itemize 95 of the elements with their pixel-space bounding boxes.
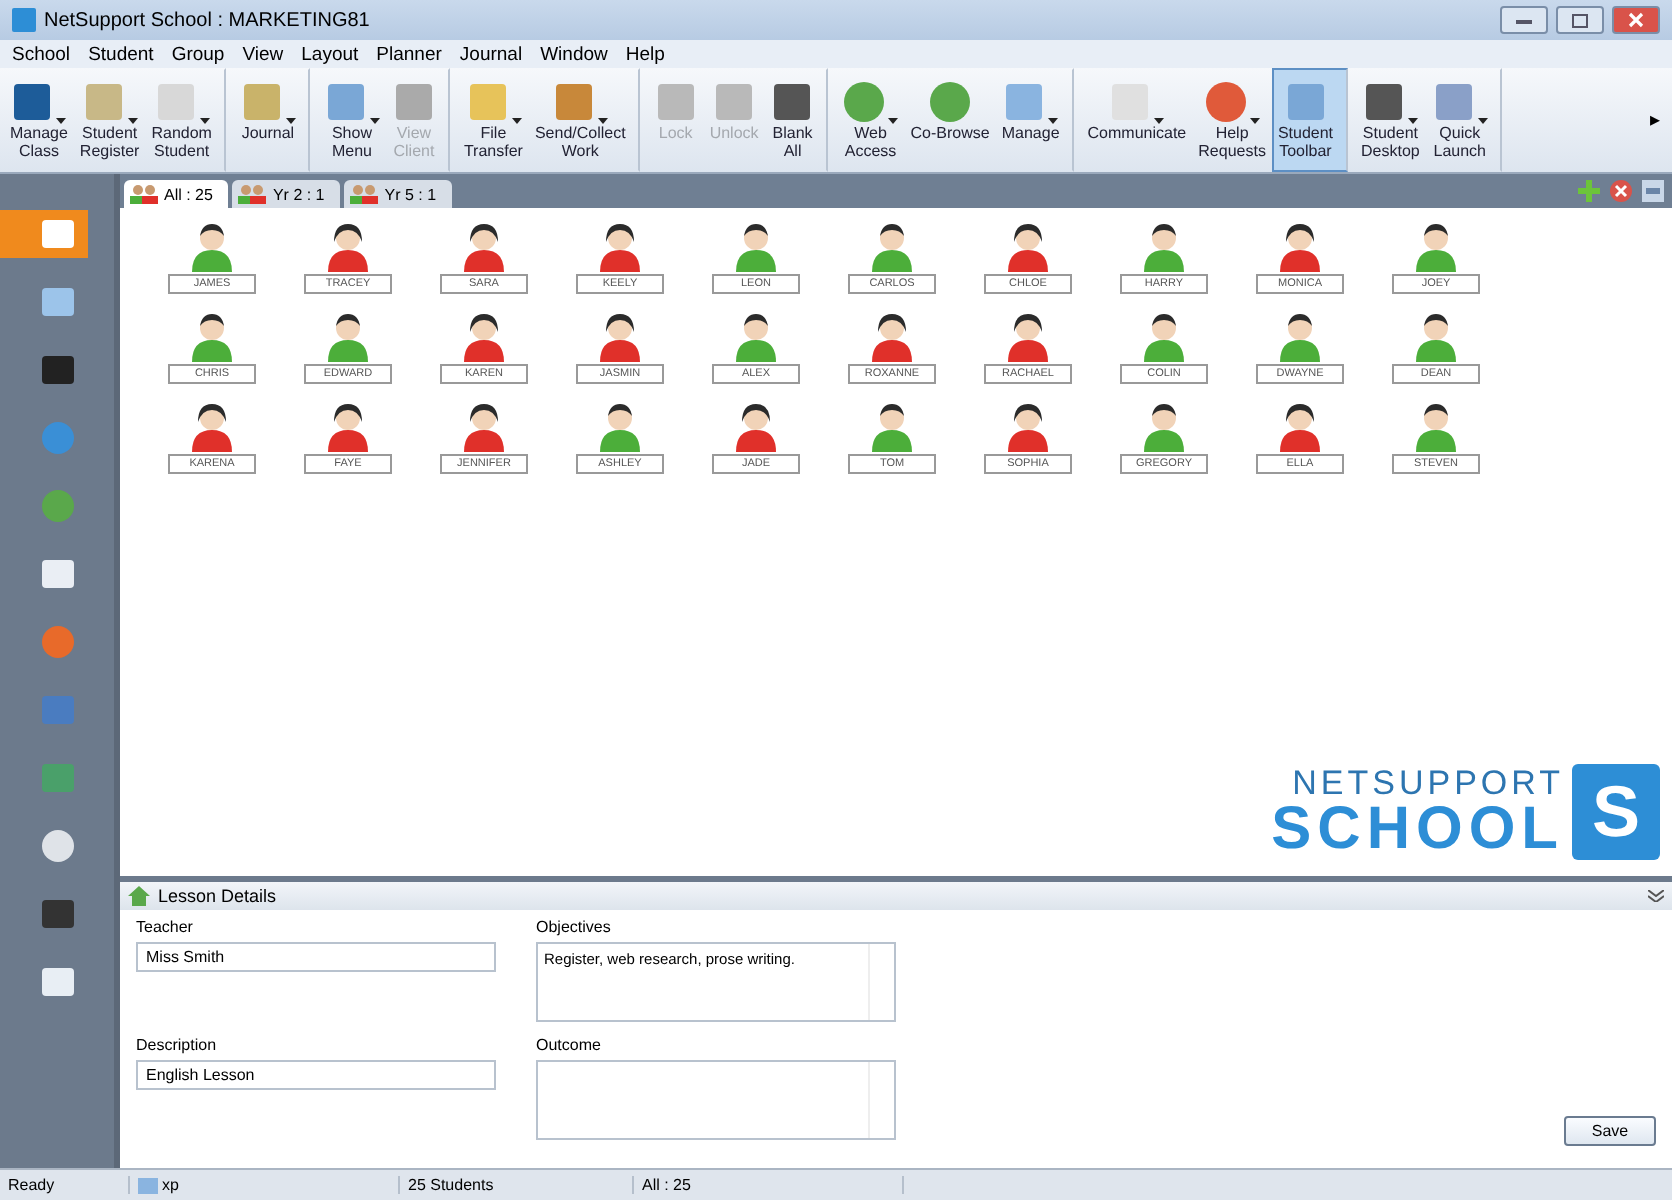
field-label: Description: [136, 1036, 219, 1054]
app-icon: [12, 8, 36, 32]
maximize-button[interactable]: [1556, 6, 1604, 34]
student-avatar-icon: [870, 400, 914, 452]
text-area[interactable]: [536, 1060, 896, 1140]
tab-label: Yr 2 : 1: [272, 185, 325, 203]
rename-icon[interactable]: [1642, 180, 1664, 202]
student-avatar-icon: [1006, 220, 1050, 272]
student-avatar-icon: [1414, 310, 1458, 362]
menu-item[interactable]: View: [242, 43, 284, 65]
student-avatar-icon: [734, 400, 778, 452]
menu-item[interactable]: Student: [88, 43, 154, 65]
input-field[interactable]: English Lesson: [136, 1060, 496, 1090]
more-button[interactable]: ▸: [1650, 108, 1668, 132]
toolbar-button[interactable]: Web Access: [836, 68, 905, 172]
menu-item[interactable]: Journal: [459, 43, 523, 65]
student-avatar-icon: [1142, 310, 1186, 362]
student-avatar-icon: [1142, 400, 1186, 452]
field-label: Outcome: [536, 1036, 603, 1054]
toolbar-button[interactable]: Student Desktop: [1355, 68, 1426, 172]
student-avatar-icon: [870, 220, 914, 272]
student-avatar-icon: [598, 310, 642, 362]
collapse-icon[interactable]: [1648, 890, 1664, 902]
close-button[interactable]: [1612, 6, 1660, 34]
tab-label: All : 25: [164, 185, 213, 203]
student-avatar-icon: [1006, 310, 1050, 362]
student-avatar-icon: [1278, 310, 1322, 362]
group-icon: [238, 184, 267, 204]
window-title: NetSupport School : MARKETING81: [44, 9, 372, 31]
group-tab[interactable]: All : 25: [124, 180, 229, 208]
student-avatar-icon: [1142, 220, 1186, 272]
minimize-icon: [1516, 16, 1532, 24]
add-icon[interactable]: [1578, 180, 1600, 202]
logo-text: NETSUPPORT: [1292, 766, 1564, 802]
toolbar-button[interactable]: Manage Class: [4, 68, 74, 172]
student-avatar-icon: [1278, 400, 1322, 452]
delete-icon[interactable]: [1610, 180, 1632, 202]
logo-mark: S: [1572, 764, 1660, 860]
minimize-button[interactable]: [1500, 6, 1548, 34]
panel-title: Lesson Details: [158, 886, 279, 906]
student-avatar-icon: [1278, 220, 1322, 272]
student-avatar-icon: [1414, 400, 1458, 452]
menu-item[interactable]: Group: [171, 43, 225, 65]
field-label: Objectives: [536, 918, 613, 936]
student-avatar-icon: [870, 310, 914, 362]
toolbar-button[interactable]: Student Register: [73, 68, 146, 172]
toolbar-button[interactable]: Help Requests: [1192, 68, 1272, 172]
toolbar-button[interactable]: Manage: [995, 68, 1074, 172]
save-button[interactable]: Save: [1564, 1116, 1656, 1146]
sidebar-item[interactable]: [0, 210, 87, 258]
student-avatar-icon: [1006, 400, 1050, 452]
student-avatar-icon: [326, 310, 370, 362]
student-avatar-icon: [462, 310, 506, 362]
student-avatar-icon: [326, 220, 370, 272]
student-avatar-icon: [1414, 220, 1458, 272]
student-avatar-icon: [734, 310, 778, 362]
computer-icon: [138, 1177, 158, 1193]
group-tab[interactable]: Yr 2 : 1: [232, 180, 341, 208]
menu-item[interactable]: Layout: [301, 43, 359, 65]
tab-label: Yr 5 : 1: [384, 185, 437, 203]
toolbar-button[interactable]: Co-Browse: [904, 68, 996, 172]
toolbar-button[interactable]: Student Toolbar: [1271, 68, 1348, 172]
menu-item[interactable]: School: [12, 43, 71, 65]
toolbar-button[interactable]: Quick Launch: [1425, 68, 1502, 172]
input-field[interactable]: Miss Smith: [136, 942, 496, 972]
status-text: Ready: [0, 1176, 130, 1194]
student-avatar-icon: [190, 310, 234, 362]
student-avatar-icon: [462, 400, 506, 452]
field-label: Teacher: [136, 918, 195, 936]
group-tab[interactable]: Yr 5 : 1: [344, 180, 453, 208]
menu-item[interactable]: Help: [625, 43, 665, 65]
toolbar-button[interactable]: Blank All: [764, 68, 829, 172]
close-icon: [1628, 12, 1644, 28]
maximize-icon: [1572, 13, 1588, 27]
toolbar-button[interactable]: Journal: [233, 68, 310, 172]
status-text: All : 25: [634, 1176, 904, 1194]
group-icon: [130, 184, 158, 204]
status-text: xp: [162, 1176, 179, 1194]
menu-item[interactable]: Window: [540, 43, 608, 65]
group-icon: [350, 184, 379, 204]
toolbar-button[interactable]: Show Menu: [317, 68, 386, 172]
student-avatar-icon: [190, 400, 234, 452]
student-avatar-icon: [734, 220, 778, 272]
student-avatar-icon: [598, 220, 642, 272]
student-avatar-icon: [190, 220, 234, 272]
toolbar-button[interactable]: File Transfer: [457, 68, 529, 172]
student-avatar-icon: [326, 400, 370, 452]
menu-item[interactable]: Planner: [376, 43, 442, 65]
toolbar-button[interactable]: Random Student: [145, 68, 226, 172]
status-text: 25 Students: [400, 1176, 634, 1194]
toolbar-button[interactable]: Communicate: [1081, 68, 1193, 172]
student-avatar-icon: [462, 220, 506, 272]
student-avatar-icon: [598, 400, 642, 452]
toolbar-button[interactable]: Send/Collect Work: [528, 68, 640, 172]
logo-text: SCHOOL: [1271, 802, 1564, 858]
